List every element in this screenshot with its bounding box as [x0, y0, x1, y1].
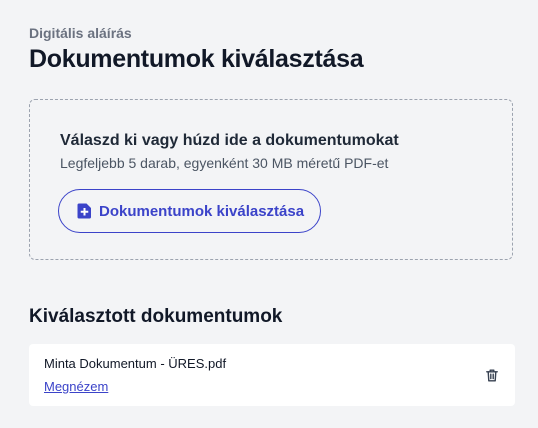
select-documents-button[interactable]: Dokumentumok kiválasztása [58, 189, 322, 233]
page-title: Dokumentumok kiválasztása [29, 45, 364, 73]
page-eyebrow: Digitális aláírás [29, 25, 132, 41]
file-dropzone[interactable]: Válaszd ki vagy húzd ide a dokumentumoka… [29, 99, 513, 260]
dropzone-title: Válaszd ki vagy húzd ide a dokumentumoka… [60, 132, 399, 149]
selected-documents-title: Kiválasztott dokumentumok [29, 306, 283, 327]
view-file-link[interactable]: Megnézem [44, 379, 108, 394]
selected-file-item: Minta Dokumentum - ÜRES.pdf Megnézem [29, 344, 515, 406]
delete-file-button[interactable] [484, 367, 500, 383]
file-name: Minta Dokumentum - ÜRES.pdf [44, 356, 227, 371]
file-plus-icon [77, 203, 92, 219]
trash-icon [486, 369, 498, 382]
dropzone-subtitle: Legfeljebb 5 darab, egyenként 30 MB mére… [60, 155, 389, 171]
select-documents-label: Dokumentumok kiválasztása [99, 202, 305, 220]
